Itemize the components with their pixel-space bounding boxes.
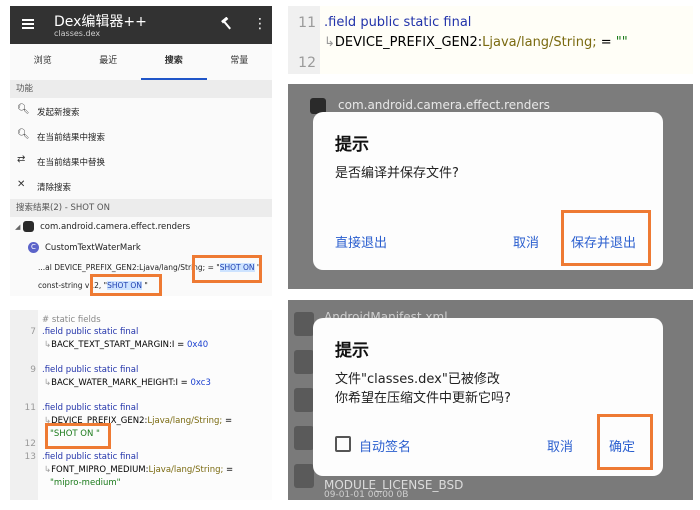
search-panel: Dex编辑器++ classes.dex ⋮ 浏览 最近 搜索 常量 功能 🔍︎… — [10, 6, 272, 296]
background-row-label: com.android.camera.effect.renders — [338, 98, 550, 112]
menu-label: 在当前结果中搜索 — [37, 133, 106, 143]
close-icon: ✕ — [17, 179, 26, 190]
file-icon — [294, 312, 314, 336]
menu-label: 发起新搜索 — [37, 108, 80, 118]
replace-icon: ⇄ — [17, 154, 26, 165]
tab-search[interactable]: 搜索 — [141, 44, 207, 80]
dialog-title: 提示 — [335, 341, 369, 361]
package-row[interactable]: ◢ com.android.camera.effect.renders — [15, 221, 190, 232]
package-name: com.android.camera.effect.renders — [40, 222, 191, 232]
line-number: 13 — [24, 452, 36, 462]
field-type: Ljava/lang/String; — [482, 35, 597, 50]
menu-label: 在当前结果中替换 — [37, 158, 106, 168]
search-icon: 🔍︎ — [17, 129, 30, 140]
field-name: DEVICE_PREFIX_GEN2: — [334, 35, 483, 50]
code-editor-left[interactable]: # static fields 7 .field public static f… — [10, 310, 272, 500]
line-number: 9 — [30, 365, 36, 375]
dialog-message: 你希望在压缩文件中更新它吗? — [335, 391, 511, 406]
equals-sign: = — [222, 416, 233, 426]
code-keyword: .field public static final — [42, 327, 139, 337]
code-keyword: .field public static final — [42, 403, 139, 413]
update-dialog: 提示 文件"classes.dex"已被修改 你希望在压缩文件中更新它吗? 自动… — [313, 318, 663, 476]
search-in-results-item[interactable]: 🔍︎ 在当前结果中搜索 — [10, 123, 272, 148]
file-icon — [294, 350, 314, 374]
field-name: BACK_WATER_MARK_HEIGHT:I = — [51, 378, 191, 388]
field-type: Ljava/lang/String; — [148, 465, 224, 475]
code-line: ↳FONT_MIPRO_MEDIUM:Ljava/lang/String; = — [44, 465, 234, 475]
code-line: .field public static final — [42, 403, 138, 413]
line-number: 7 — [30, 327, 36, 337]
file-icon — [294, 388, 314, 412]
save-dialog: 提示 是否编译并保存文件? 直接退出 取消 保存并退出 — [313, 112, 663, 270]
functions-header: 功能 — [10, 80, 272, 98]
highlight-box — [192, 255, 262, 283]
line-number: 11 — [24, 403, 36, 413]
search-icon: 🔍︎ — [17, 104, 30, 115]
equals-sign: = — [223, 465, 234, 475]
line-number: 12 — [298, 55, 316, 71]
clear-search-item[interactable]: ✕ 清除搜索 — [10, 173, 272, 198]
app-subtitle: classes.dex — [54, 29, 101, 38]
field-name: BACK_TEXT_START_MARGIN:I = — [51, 340, 187, 350]
class-icon: C — [28, 242, 39, 253]
cancel-button[interactable]: 取消 — [513, 232, 539, 251]
menu-icon[interactable] — [22, 19, 34, 29]
code-line: ↳BACK_TEXT_START_MARGIN:I = 0x40 — [44, 340, 209, 350]
code-keyword: .field public static final — [324, 15, 472, 30]
field-value: 0xc3 — [190, 378, 211, 388]
line-number: 12 — [24, 439, 36, 449]
dialog-message: 文件"classes.dex"已被修改 — [335, 372, 500, 387]
highlight-box — [561, 210, 651, 266]
tab-bar: 浏览 最近 搜索 常量 — [10, 44, 272, 80]
hammer-icon[interactable] — [220, 16, 234, 35]
code-line: ↳DEVICE_PREFIX_GEN2:Ljava/lang/String; =… — [324, 35, 628, 50]
app-bar: Dex编辑器++ classes.dex ⋮ — [10, 6, 272, 44]
save-dialog-screen: com.android.camera.effect.renders 提示 是否编… — [288, 84, 693, 289]
file-meta: 09-01-01 00:00 0B — [324, 490, 409, 500]
auto-sign-checkbox[interactable] — [335, 436, 351, 452]
file-icon — [294, 464, 314, 488]
dialog-title: 提示 — [335, 135, 369, 155]
auto-sign-label[interactable]: 自动签名 — [359, 436, 411, 455]
field-type: Ljava/lang/String; — [147, 416, 223, 426]
new-search-item[interactable]: 🔍︎ 发起新搜索 — [10, 98, 272, 123]
exit-without-saving-button[interactable]: 直接退出 — [335, 232, 387, 251]
file-icon — [294, 426, 314, 450]
highlight-box — [45, 423, 111, 449]
collapse-icon: ◢ — [15, 223, 21, 231]
update-dialog-screen: AndroidManifest.xml 提示 文件"classes.dex"已被… — [288, 300, 693, 500]
app-title: Dex编辑器++ — [54, 14, 147, 30]
field-value: "mipro-medium" — [50, 478, 121, 488]
tab-browse[interactable]: 浏览 — [10, 44, 76, 80]
code-line: ↳BACK_WATER_MARK_HEIGHT:I = 0xc3 — [44, 378, 211, 388]
replace-in-results-item[interactable]: ⇄ 在当前结果中替换 — [10, 148, 272, 173]
code-keyword: .field public static final — [42, 365, 139, 375]
cancel-button[interactable]: 取消 — [547, 436, 573, 455]
tab-recent[interactable]: 最近 — [76, 44, 142, 80]
field-value: 0x40 — [186, 340, 209, 350]
field-value: "" — [615, 35, 628, 50]
equals-sign: = — [596, 35, 616, 50]
code-editor-right[interactable]: 11 .field public static final ↳DEVICE_PR… — [288, 6, 693, 74]
results-header: 搜索结果(2) - SHOT ON — [10, 199, 272, 217]
tab-constants[interactable]: 常量 — [207, 44, 273, 80]
class-name: CustomTextWaterMark — [45, 243, 141, 253]
more-vert-icon[interactable]: ⋮ — [253, 16, 267, 32]
line-number: 11 — [298, 15, 316, 31]
dialog-message: 是否编译并保存文件? — [335, 166, 459, 181]
highlight-box — [597, 414, 653, 470]
highlight-box — [90, 274, 162, 296]
package-icon — [23, 221, 35, 232]
class-row[interactable]: C CustomTextWaterMark — [28, 242, 141, 253]
menu-label: 清除搜索 — [37, 183, 72, 193]
field-name: FONT_MIPRO_MEDIUM: — [51, 465, 149, 475]
code-comment: # static fields — [42, 315, 101, 325]
code-keyword: .field public static final — [42, 452, 139, 462]
